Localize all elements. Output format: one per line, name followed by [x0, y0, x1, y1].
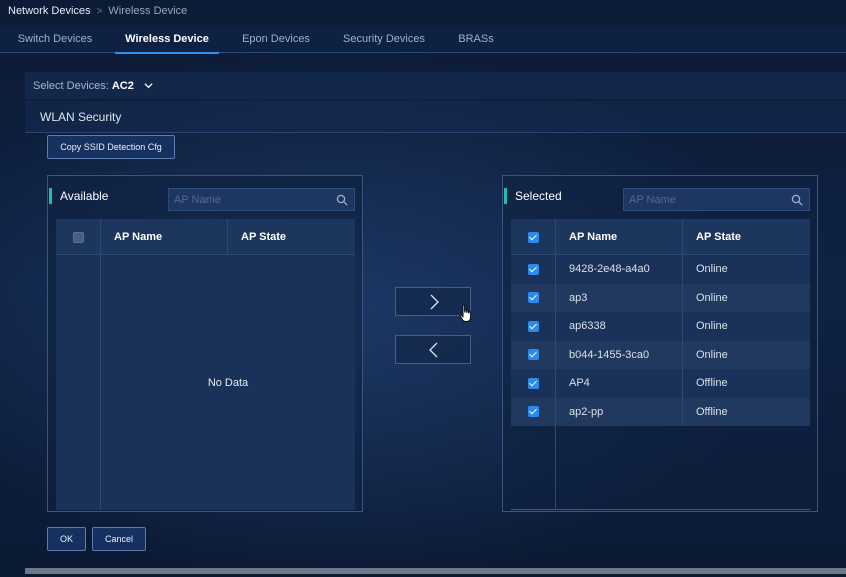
- available-table-body: No Data: [56, 255, 355, 510]
- ap-name: ap6338: [556, 312, 683, 341]
- available-select-all-checkbox[interactable]: [72, 231, 84, 243]
- available-checkbox-column: [56, 255, 101, 510]
- ap-name: ap2-pp: [556, 397, 683, 426]
- ap-state: Online: [696, 348, 728, 361]
- section-title: WLAN Security: [40, 110, 122, 124]
- section-header: WLAN Security: [25, 101, 846, 133]
- device-select[interactable]: Select Devices: AC2: [25, 72, 846, 99]
- breadcrumb-root[interactable]: Network Devices: [8, 5, 91, 17]
- selected-table: AP Name AP State 9428-2e48-a4a0 Online a…: [511, 219, 810, 510]
- available-col-state[interactable]: AP State: [228, 219, 355, 255]
- breadcrumb: Network Devices > Wireless Device: [8, 4, 187, 18]
- table-row[interactable]: AP4 Offline: [511, 369, 810, 398]
- selected-panel: Selected AP Name AP State 9428-2e48-a4a0…: [502, 175, 818, 512]
- chevron-left-icon: [429, 342, 438, 358]
- copy-ssid-detection-button[interactable]: Copy SSID Detection Cfg: [47, 135, 175, 159]
- search-icon[interactable]: [336, 194, 348, 206]
- row-checkbox-cell: [511, 397, 556, 426]
- cancel-button[interactable]: Cancel: [92, 527, 146, 551]
- chevron-down-icon[interactable]: [143, 80, 154, 91]
- ap-state: Online: [696, 320, 728, 333]
- table-row[interactable]: ap2-pp Offline: [511, 397, 810, 426]
- selected-select-all-cell: [511, 219, 556, 255]
- ap-name: AP4: [556, 369, 683, 398]
- breadcrumb-current: Wireless Device: [108, 5, 188, 17]
- ap-name: 9428-2e48-a4a0: [556, 255, 683, 284]
- available-table-header: AP Name AP State: [56, 219, 355, 255]
- row-checkbox-cell: [511, 312, 556, 341]
- row-checkbox[interactable]: [527, 320, 539, 332]
- tab-switch-devices[interactable]: Switch Devices: [8, 25, 102, 53]
- ap-state: Online: [696, 291, 728, 304]
- horizontal-scrollbar[interactable]: [25, 568, 846, 574]
- device-select-label: Select Devices:: [33, 79, 109, 92]
- available-col-name[interactable]: AP Name: [101, 219, 228, 255]
- tab-security-devices[interactable]: Security Devices: [335, 25, 433, 53]
- app-root: Network Devices > Wireless Device Switch…: [0, 0, 846, 577]
- breadcrumb-separator: >: [96, 5, 103, 17]
- device-tabs: Switch Devices Wireless Device Epon Devi…: [0, 25, 846, 54]
- table-row[interactable]: b044-1455-3ca0 Online: [511, 340, 810, 369]
- ap-name: b044-1455-3ca0: [556, 340, 683, 369]
- row-checkbox[interactable]: [527, 263, 539, 275]
- hand-pointer-icon: [459, 304, 472, 322]
- ap-state: Offline: [696, 405, 728, 418]
- row-checkbox[interactable]: [527, 292, 539, 304]
- selected-search-input[interactable]: [624, 189, 784, 210]
- ap-name: ap3: [556, 283, 683, 312]
- available-title: Available: [49, 188, 108, 204]
- tab-brass[interactable]: BRASs: [450, 25, 502, 53]
- selected-table-filler: [511, 426, 810, 510]
- row-checkbox-cell: [511, 340, 556, 369]
- device-select-value[interactable]: AC2: [112, 80, 134, 92]
- available-search: [168, 188, 355, 211]
- ok-button[interactable]: OK: [47, 527, 86, 551]
- available-select-all-cell: [56, 219, 101, 255]
- selected-select-all-checkbox[interactable]: [527, 231, 539, 243]
- selected-checkbox-column: [511, 426, 556, 510]
- available-panel: Available AP Name AP State No Data: [47, 175, 363, 512]
- table-row[interactable]: ap3 Online: [511, 283, 810, 312]
- table-row[interactable]: 9428-2e48-a4a0 Online: [511, 255, 810, 284]
- row-checkbox-cell: [511, 369, 556, 398]
- tab-wireless-device[interactable]: Wireless Device: [115, 25, 219, 54]
- tab-epon-devices[interactable]: Epon Devices: [232, 25, 320, 53]
- row-checkbox[interactable]: [527, 377, 539, 389]
- row-checkbox-cell: [511, 255, 556, 284]
- search-icon[interactable]: [791, 194, 803, 206]
- ap-state: Offline: [696, 377, 728, 390]
- selected-search: [623, 188, 810, 211]
- table-row[interactable]: ap6338 Online: [511, 312, 810, 341]
- ap-state: Online: [696, 263, 728, 276]
- selected-col-state[interactable]: AP State: [683, 219, 810, 255]
- no-data-text: No Data: [207, 376, 249, 389]
- chevron-right-icon: [430, 294, 439, 310]
- row-checkbox[interactable]: [527, 406, 539, 418]
- available-search-input[interactable]: [169, 189, 329, 210]
- available-table: AP Name AP State No Data: [56, 219, 355, 510]
- move-left-button[interactable]: [395, 335, 471, 364]
- selected-table-header: AP Name AP State: [511, 219, 810, 255]
- row-checkbox-cell: [511, 283, 556, 312]
- selected-col-name[interactable]: AP Name: [556, 219, 683, 255]
- row-checkbox[interactable]: [527, 349, 539, 361]
- selected-title: Selected: [504, 188, 562, 204]
